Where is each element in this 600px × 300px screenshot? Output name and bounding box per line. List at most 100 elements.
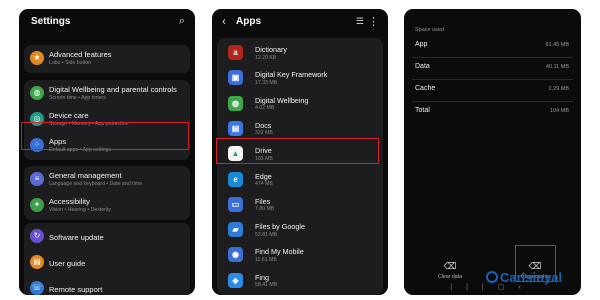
- clear-data-label: Clear data: [438, 274, 462, 280]
- page-title: Apps: [236, 16, 261, 27]
- settings-item-remote-support[interactable]: ☏ Remote support: [24, 276, 190, 295]
- watermark-text: Carisinyal: [500, 270, 563, 285]
- settings-item-software-update[interactable]: ↻ Software update: [24, 224, 190, 250]
- app-size: 17.33 MB: [255, 79, 278, 86]
- update-icon: ↻: [30, 229, 44, 243]
- settings-item-advanced-features[interactable]: ★ Advanced features Labs • Side button: [24, 46, 190, 72]
- app-size: 58.41 MB: [255, 282, 278, 289]
- settings-item-digital-wellbeing-and-parental-controls[interactable]: ◍ Digital Wellbeing and parental controls…: [24, 81, 190, 107]
- app-item-find-my-mobile[interactable]: ◉ Find My Mobile 11.61 MB: [217, 242, 383, 267]
- fing-icon: ◈: [228, 272, 243, 288]
- app-item-dictionary[interactable]: a Dictionary 12.29 KB: [217, 40, 383, 65]
- app-name: Files by Google: [255, 222, 305, 232]
- storage-row-value: 61.45 MB: [545, 42, 569, 48]
- page-title: Settings: [31, 16, 71, 27]
- sliders-icon: ≡: [30, 172, 44, 186]
- storage-row-label: Total: [415, 107, 430, 114]
- settings-item-subtitle: Vision • Hearing • Dexterity: [49, 207, 112, 213]
- clear-data-icon: ⌫: [443, 261, 457, 271]
- app-size: 11.61 MB: [255, 256, 277, 263]
- settings-item-general-management[interactable]: ≡ General management Language and keyboard…: [24, 167, 190, 193]
- app-name: Digital Key Framework: [255, 70, 328, 80]
- app-name: Find My Mobile: [255, 247, 304, 257]
- files-by-google-icon: ▰: [228, 222, 243, 238]
- app-name: Dictionary: [255, 45, 287, 54]
- remote-support-icon: ☏: [30, 281, 44, 295]
- app-item-digital-wellbeing[interactable]: ◍ Digital Wellbeing 4.02 MB: [217, 91, 383, 116]
- storage-row-label: App: [415, 41, 428, 48]
- drive-highlight-box: [216, 138, 379, 164]
- settings-item-subtitle: Language and keyboard • Date and time: [49, 181, 142, 187]
- apps-list: a Dictionary 12.29 KB ▣ Digital Key Framewor…: [217, 38, 383, 295]
- storage-row-label: Cache: [415, 85, 436, 92]
- settings-header: Settings ⌕: [19, 9, 195, 35]
- space-used-heading: Space used: [415, 27, 445, 33]
- star-icon: ★: [30, 51, 44, 65]
- back-icon[interactable]: ‹: [518, 284, 534, 291]
- app-size: 12.29 KB: [255, 54, 277, 61]
- apps-highlight-box: [21, 122, 189, 150]
- app-size: 474 MB: [255, 181, 273, 187]
- storage-row-cache: Cache 2.29 MB: [404, 79, 581, 101]
- storage-row-value: 104 MB: [550, 108, 569, 114]
- settings-item-label: Digital Wellbeing and parental controls: [49, 85, 177, 94]
- digital-key-icon: ▣: [228, 70, 243, 86]
- recents-icon[interactable]: |||: [450, 284, 497, 291]
- storage-row-app: App 61.45 MB: [404, 35, 581, 57]
- settings-item-label: General management: [49, 171, 122, 180]
- app-size: 7.80 MB: [255, 206, 275, 213]
- app-name: Docs: [255, 120, 272, 130]
- settings-group: ↻ Software update ▤ User guide ☏ Remote suppo…: [24, 223, 190, 295]
- settings-item-label: Remote support: [49, 285, 103, 294]
- storage-row-label: Data: [415, 63, 430, 70]
- settings-item-subtitle: Labs • Side button: [49, 60, 92, 66]
- watermark-circle-icon: [486, 271, 498, 283]
- more-options-icon[interactable]: ⋮: [368, 15, 379, 28]
- app-item-fing[interactable]: ◈ Fing 58.41 MB: [217, 268, 383, 293]
- accessibility-icon: ✦: [30, 198, 44, 212]
- edge-icon: e: [228, 171, 243, 187]
- app-name: Files: [255, 196, 271, 206]
- search-icon[interactable]: ⌕: [179, 15, 185, 28]
- filter-sort-icon[interactable]: ☰: [356, 16, 364, 27]
- settings-screen: Settings ⌕ ★ Advanced features Labs • Side…: [19, 9, 195, 295]
- watermark-logo: Carisinyal: [486, 270, 562, 285]
- app-size: 322 MB: [255, 130, 273, 137]
- settings-item-accessibility[interactable]: ✦ Accessibility Vision • Hearing • Dexteri…: [24, 193, 190, 219]
- settings-item-label: Advanced features: [49, 50, 112, 59]
- app-name: Fing: [255, 272, 269, 282]
- settings-item-label: Software update: [49, 233, 104, 242]
- docs-icon: ▤: [228, 120, 243, 136]
- storage-row-total: Total 104 MB: [404, 101, 581, 123]
- files-icon: ▭: [228, 196, 243, 212]
- settings-item-label: User guide: [49, 259, 86, 268]
- home-icon[interactable]: ▢: [498, 284, 519, 291]
- dictionary-icon: a: [228, 45, 243, 60]
- storage-row-value: 40.11 MB: [545, 64, 569, 70]
- settings-group: ★ Advanced features Labs • Side button: [24, 45, 190, 73]
- settings-item-user-guide[interactable]: ▤ User guide: [24, 250, 190, 276]
- apps-header: ‹ Apps ☰ ⋮: [212, 9, 388, 35]
- app-item-files[interactable]: ▭ Files 7.80 MB: [217, 192, 383, 217]
- clear-data-button[interactable]: ⌫ Clear data: [430, 261, 470, 280]
- app-name: Digital Wellbeing: [255, 95, 309, 105]
- storage-row-value: 2.29 MB: [548, 86, 569, 92]
- app-size: 52.81 MB: [255, 231, 278, 238]
- back-arrow-icon[interactable]: ‹: [222, 14, 226, 28]
- apps-screen: ‹ Apps ☰ ⋮ a Dictionary 12.29 KB ▣ Digital K…: [212, 9, 388, 295]
- storage-screen: Space used App 61.45 MB Data 40.11 MB Cache 2…: [404, 9, 581, 295]
- app-name: Edge: [255, 171, 272, 181]
- app-item-digital-key-framework[interactable]: ▣ Digital Key Framework 17.33 MB: [217, 65, 383, 90]
- user-guide-icon: ▤: [30, 255, 44, 269]
- settings-group: ≡ General management Language and keyboard…: [24, 166, 190, 220]
- settings-item-subtitle: Screen time • App timers: [49, 95, 106, 101]
- settings-item-label: Accessibility: [49, 197, 90, 206]
- app-item-files-by-google[interactable]: ▰ Files by Google 52.81 MB: [217, 217, 383, 242]
- find-my-mobile-icon: ◉: [228, 247, 243, 263]
- app-item-edge[interactable]: e Edge 474 MB: [217, 167, 383, 192]
- wellbeing-icon: ◍: [30, 86, 44, 100]
- digital-wellbeing-icon: ◍: [228, 95, 243, 111]
- storage-row-data: Data 40.11 MB: [404, 57, 581, 79]
- app-size: 4.02 MB: [255, 105, 275, 112]
- settings-item-label: Device care: [49, 111, 89, 120]
